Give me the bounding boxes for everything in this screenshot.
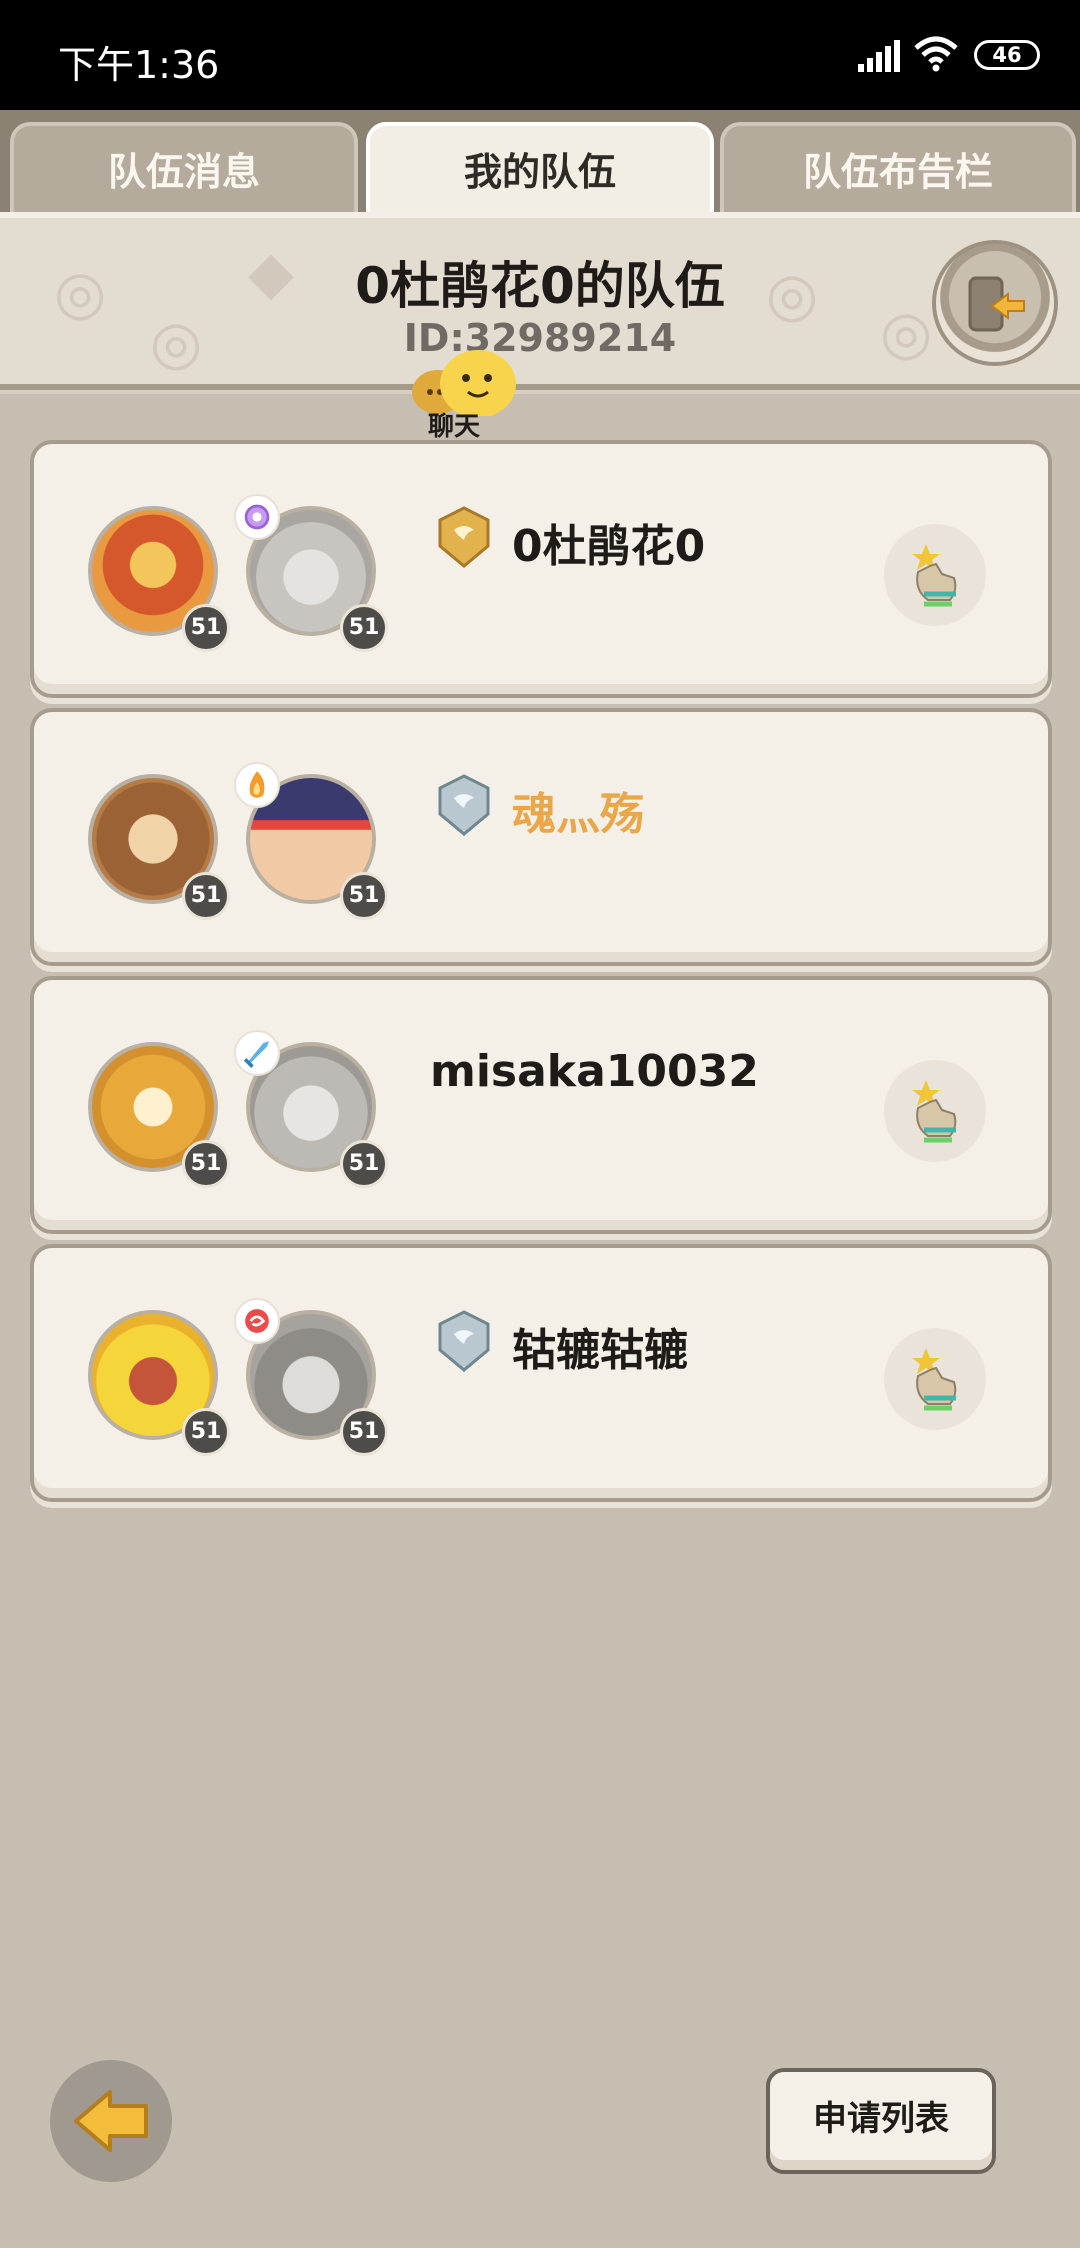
hand-star-icon <box>912 1348 957 1411</box>
battery-indicator: 46 <box>974 40 1040 70</box>
wifi-icon <box>914 36 958 72</box>
tab-team-bulletin[interactable]: 队伍布告栏 <box>720 122 1076 218</box>
chat-label: 聊天 <box>428 412 481 442</box>
signal-icon <box>858 40 900 72</box>
like-button[interactable] <box>884 1328 986 1430</box>
hand-star-icon <box>912 1080 957 1143</box>
pet-level-badge: 51 <box>182 1408 230 1456</box>
member-name: 0杜鹃花0 <box>512 521 706 572</box>
tab-strip: 队伍消息 我的队伍 队伍布告栏 <box>0 110 1080 222</box>
hero-level-badge: 51 <box>340 1408 388 1456</box>
exit-icon <box>968 276 1025 332</box>
orange-flame-icon <box>234 762 280 808</box>
like-button[interactable] <box>884 524 986 626</box>
team-id: ID:32989214 <box>403 316 677 360</box>
tab-my-team[interactable]: 我的队伍 <box>366 122 714 222</box>
back-button[interactable] <box>50 2060 172 2182</box>
gold-shield-icon <box>438 506 490 568</box>
member-card: 51 51 魂灬殇 <box>30 708 1052 966</box>
member-card: 51 51 轱辘轱辘 <box>30 1244 1052 1502</box>
member-name: 轱辘轱辘 <box>512 1325 688 1376</box>
chat-button[interactable]: 聊天 <box>404 346 534 442</box>
red-swirl-icon <box>234 1298 280 1344</box>
back-arrow-icon <box>74 2090 148 2152</box>
blue-sword-icon <box>234 1030 280 1076</box>
member-name: misaka10032 <box>430 1046 759 1097</box>
apply-list-button[interactable]: 申请列表 <box>766 2068 996 2174</box>
tab-team-messages[interactable]: 队伍消息 <box>10 122 358 218</box>
hero-level-badge: 51 <box>340 604 388 652</box>
pet-level-badge: 51 <box>182 604 230 652</box>
member-name: 魂灬殇 <box>512 789 644 840</box>
purple-swirl-icon <box>234 494 280 540</box>
hero-level-badge: 51 <box>340 872 388 920</box>
hand-star-icon <box>912 544 957 607</box>
silver-shield-icon <box>438 1310 490 1372</box>
silver-shield-icon <box>438 774 490 836</box>
like-button[interactable] <box>884 1060 986 1162</box>
hero-level-badge: 51 <box>340 1140 388 1188</box>
status-time: 下午1:36 <box>58 43 220 87</box>
member-card: 51 51 0杜鹃花0 <box>30 440 1052 698</box>
pet-level-badge: 51 <box>182 872 230 920</box>
team-header: ◎ ◎ ◆ ◎ ◎ 0杜鹃花0的队伍 ID:32989214 <box>0 212 1080 384</box>
pet-level-badge: 51 <box>182 1140 230 1188</box>
status-bar: 下午1:36 46 <box>0 0 1080 110</box>
exit-team-button[interactable] <box>932 240 1058 366</box>
team-title: 0杜鹃花0的队伍 <box>355 257 725 315</box>
member-card: 51 51 misaka10032 <box>30 976 1052 1234</box>
